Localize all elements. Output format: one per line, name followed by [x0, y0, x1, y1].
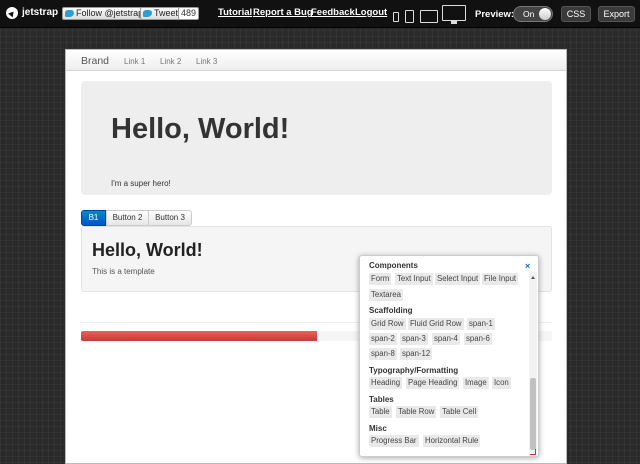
component-page-heading[interactable]: Page Heading	[406, 377, 460, 389]
components-panel: × Components Form Text Input Select Inpu…	[359, 255, 539, 457]
component-image[interactable]: Image	[463, 377, 489, 389]
component-span-1[interactable]: span-1	[467, 318, 495, 330]
navbar-link-1[interactable]: Link 1	[124, 57, 145, 66]
component-file-input[interactable]: File Input	[482, 273, 519, 285]
jetstrap-logo-icon	[6, 7, 18, 19]
follow-label: Follow @jetstrap	[76, 8, 144, 18]
component-span-3[interactable]: span-3	[400, 333, 428, 345]
component-span-8[interactable]: span-8	[369, 348, 397, 360]
tweet-count: 489	[178, 7, 200, 20]
resize-grip-icon[interactable]	[530, 449, 536, 455]
logout-link[interactable]: Logout	[355, 7, 387, 18]
component-horizontal-rule[interactable]: Horizontal Rule	[423, 435, 481, 447]
section-title-misc: Misc	[369, 424, 387, 433]
component-select-input[interactable]: Select Input	[435, 273, 481, 285]
hero-unit[interactable]: Hello, World! I'm a super hero!	[81, 81, 552, 195]
preview-navbar: Brand Link 1 Link 2 Link 3	[66, 50, 566, 71]
component-progress-bar[interactable]: Progress Bar	[369, 435, 419, 447]
navbar-link-3[interactable]: Link 3	[196, 57, 217, 66]
top-bar: jetstrap Follow @jetstrap Tweet 489 Tuto…	[0, 0, 640, 28]
component-fluid-grid-row[interactable]: Fluid Grid Row	[408, 318, 464, 330]
progress-bar-fill	[81, 331, 317, 341]
navbar-link-2[interactable]: Link 2	[160, 57, 181, 66]
component-span-12[interactable]: span-12	[400, 348, 433, 360]
css-button[interactable]: CSS	[561, 6, 591, 22]
app-logo-text: jetstrap	[22, 7, 59, 18]
tablet-device-icon[interactable]	[405, 10, 414, 23]
component-grid-row[interactable]: Grid Row	[369, 318, 406, 330]
toggle-state: On	[523, 9, 535, 19]
close-icon[interactable]: ×	[525, 261, 530, 271]
desktop-stand-icon	[451, 21, 457, 24]
feedback-link[interactable]: Feedback	[311, 7, 355, 18]
scroll-up-arrow-icon[interactable]	[531, 276, 535, 279]
navbar-brand[interactable]: Brand	[81, 55, 109, 67]
component-form[interactable]: Form	[369, 273, 392, 285]
hero-subtitle: I'm a super hero!	[111, 179, 171, 188]
tweet-button[interactable]: Tweet	[140, 7, 183, 20]
export-button[interactable]: Export	[598, 6, 635, 22]
component-span-6[interactable]: span-6	[464, 333, 492, 345]
component-icon[interactable]: Icon	[492, 377, 511, 389]
desktop-device-icon[interactable]	[442, 5, 466, 21]
report-bug-link[interactable]: Report a Bug	[253, 7, 313, 18]
toggle-knob	[539, 8, 551, 20]
component-table[interactable]: Table	[369, 406, 392, 418]
preview-toggle[interactable]: On	[513, 6, 553, 22]
component-span-2[interactable]: span-2	[369, 333, 397, 345]
well-subtitle: This is a template	[92, 267, 155, 276]
tweet-label: Tweet	[154, 8, 179, 18]
hero-title: Hello, World!	[111, 113, 290, 145]
section-title-components: Components	[369, 261, 418, 270]
section-title-scaffolding: Scaffolding	[369, 306, 413, 315]
button-b1[interactable]: B1	[81, 210, 106, 226]
tutorial-link[interactable]: Tutorial	[218, 7, 252, 18]
component-heading[interactable]: Heading	[369, 377, 403, 389]
component-textarea[interactable]: Textarea	[369, 289, 403, 301]
component-text-input[interactable]: Text Input	[395, 273, 433, 285]
button-2[interactable]: Button 2	[106, 210, 149, 226]
twitter-bird-icon	[143, 10, 152, 17]
follow-button[interactable]: Follow @jetstrap	[62, 7, 148, 20]
laptop-device-icon[interactable]	[420, 10, 438, 23]
section-title-typography: Typography/Formatting	[369, 366, 459, 375]
twitter-bird-icon	[65, 10, 74, 17]
well-title: Hello, World!	[92, 240, 203, 260]
preview-label: Preview:	[475, 9, 515, 20]
button-3[interactable]: Button 3	[148, 210, 192, 226]
component-table-cell[interactable]: Table Cell	[440, 406, 479, 418]
scrollbar-thumb[interactable]	[530, 378, 536, 450]
component-table-row[interactable]: Table Row	[396, 406, 437, 418]
section-title-tables: Tables	[369, 395, 394, 404]
component-span-4[interactable]: span-4	[432, 333, 460, 345]
phone-device-icon[interactable]	[393, 12, 399, 22]
